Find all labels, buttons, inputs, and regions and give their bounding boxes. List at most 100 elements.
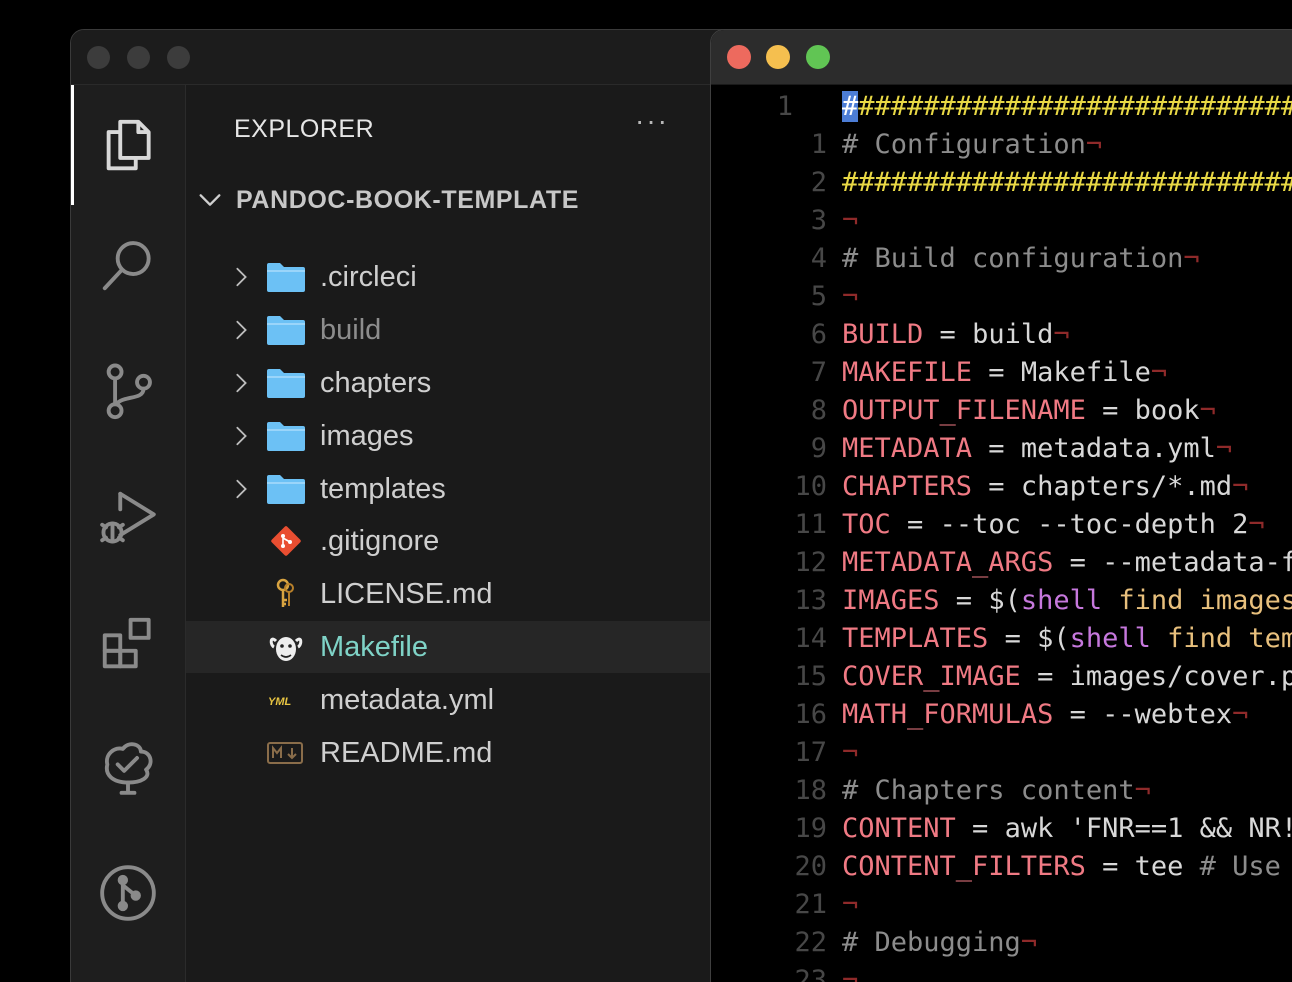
- line-number: 17: [794, 737, 827, 768]
- line-number: 5: [810, 281, 827, 312]
- code-token: ¬: [842, 281, 859, 312]
- line-number: 3: [810, 205, 827, 236]
- code-token: CHAPTERS: [842, 471, 973, 502]
- code-token: $(: [988, 585, 1021, 616]
- code-token: ¬: [1232, 699, 1249, 730]
- chevron-down-icon: [199, 194, 221, 206]
- code-token: ¬: [1199, 395, 1216, 426]
- search-icon: [102, 241, 151, 291]
- maximize-window-button[interactable]: [806, 45, 830, 69]
- tree-item-images[interactable]: images: [186, 410, 791, 462]
- close-window-button[interactable]: [87, 46, 110, 69]
- tree-item-label: templates: [320, 472, 446, 505]
- tree-item-makefile[interactable]: Makefile: [186, 621, 791, 673]
- line-text: # Configuration¬: [842, 126, 1102, 164]
- line-number: 10: [794, 471, 827, 502]
- code-token: =: [1053, 547, 1103, 578]
- tree-item-circleci[interactable]: .circleci: [186, 251, 791, 303]
- code-token: =: [1085, 395, 1135, 426]
- activity-testing[interactable]: [71, 707, 185, 827]
- chevron-right-icon: [236, 320, 247, 340]
- tree-item-label: chapters: [320, 366, 432, 399]
- explorer-title: EXPLORER: [234, 115, 375, 143]
- line-text: ¬: [842, 734, 858, 772]
- workspace-root[interactable]: PANDOC-BOOK-TEMPLATE: [196, 180, 579, 220]
- code-token: =: [1053, 699, 1103, 730]
- chevron-right-icon: [236, 426, 247, 446]
- line-text: #############################: [842, 88, 1292, 126]
- minimize-window-button[interactable]: [766, 45, 790, 69]
- tree-item-readme[interactable]: README.md: [186, 727, 791, 779]
- line-number: 20: [794, 851, 827, 882]
- code-token: build: [972, 319, 1054, 350]
- code-token: shell: [1020, 585, 1103, 616]
- activity-search[interactable]: [71, 205, 185, 325]
- code-token: --webtex: [1102, 699, 1233, 730]
- line-number: 9: [810, 433, 827, 464]
- code-token: TEMPLATES: [842, 623, 989, 654]
- tree-item-license[interactable]: LICENSE.md: [186, 568, 791, 620]
- line-text: METADATA = metadata.yml¬: [842, 430, 1232, 468]
- folder-icon: [267, 475, 305, 504]
- folder-icon: [267, 263, 305, 292]
- line-text: TEMPLATES = $(shell find tem: [842, 620, 1292, 658]
- chevron-right-icon: [236, 267, 247, 287]
- line-number: 22: [794, 927, 827, 958]
- activity-git-graph[interactable]: [71, 833, 185, 953]
- activity-explorer[interactable]: [71, 85, 185, 205]
- code-token: TOC: [842, 509, 891, 540]
- tree-item-label: README.md: [320, 736, 493, 769]
- more-actions-button[interactable]: ···: [635, 105, 669, 137]
- tree-item-build[interactable]: build: [186, 304, 791, 356]
- line-text: OUTPUT_FILENAME = book¬: [842, 392, 1216, 430]
- line-text: #############################: [842, 164, 1292, 202]
- activity-bar: [71, 85, 186, 982]
- line-number: 21: [794, 889, 827, 920]
- license-key-icon: [276, 578, 294, 607]
- code-token: # Chapters content: [842, 775, 1135, 806]
- line-text: MATH_FORMULAS = --webtex¬: [842, 696, 1248, 734]
- line-text: ¬: [842, 962, 858, 982]
- line-number: 7: [810, 357, 827, 388]
- code-token: IMAGES: [842, 585, 940, 616]
- chevron-right-icon: [236, 373, 247, 393]
- code-token: ¬: [842, 205, 859, 236]
- code-token: ¬: [1020, 927, 1038, 958]
- extensions-icon: [102, 617, 151, 669]
- code-token: OUTPUT_FILENAME: [842, 395, 1086, 426]
- code-token: chapters/*.md: [1020, 471, 1233, 502]
- line-text: CHAPTERS = chapters/*.md¬: [842, 468, 1248, 506]
- tree-item-metadata[interactable]: YML metadata.yml: [186, 674, 791, 726]
- text-cursor: #: [842, 91, 859, 122]
- chevron-right-icon: [236, 479, 247, 499]
- tree-item-templates[interactable]: templates: [186, 463, 791, 515]
- code-token: book: [1134, 395, 1200, 426]
- code-token: CONTENT: [842, 813, 956, 844]
- line-text: COVER_IMAGE = images/cover.p: [842, 658, 1292, 696]
- maximize-window-button[interactable]: [167, 46, 190, 69]
- code-token: # Debugging: [842, 927, 1021, 958]
- close-window-button[interactable]: [727, 45, 751, 69]
- line-number: 2: [810, 167, 827, 198]
- minimize-window-button[interactable]: [127, 46, 150, 69]
- tree-item-gitignore[interactable]: .gitignore: [186, 515, 791, 567]
- code-token: =: [955, 813, 1005, 844]
- code-token: ¬: [1085, 129, 1103, 160]
- editor-titlebar: [711, 30, 1292, 85]
- activity-run-debug[interactable]: [71, 457, 185, 577]
- code-token: =: [890, 509, 940, 540]
- activity-source-control[interactable]: [71, 330, 185, 450]
- code-token: =: [972, 433, 1021, 464]
- line-text: ¬: [842, 278, 858, 316]
- tree-item-label: .circleci: [320, 260, 417, 293]
- code-token: images/cover.p: [1069, 661, 1292, 692]
- folder-icon: [267, 422, 305, 451]
- tree-item-chapters[interactable]: chapters: [186, 357, 791, 409]
- code-token: # Configuration: [842, 129, 1086, 160]
- code-token: # Build configuration: [842, 243, 1184, 274]
- code-token: MAKEFILE: [842, 357, 973, 388]
- activity-extensions[interactable]: [71, 583, 185, 703]
- yaml-icon: YML: [268, 696, 292, 708]
- code-token: metadata.yml: [1020, 433, 1216, 464]
- code-token: =: [1085, 851, 1135, 882]
